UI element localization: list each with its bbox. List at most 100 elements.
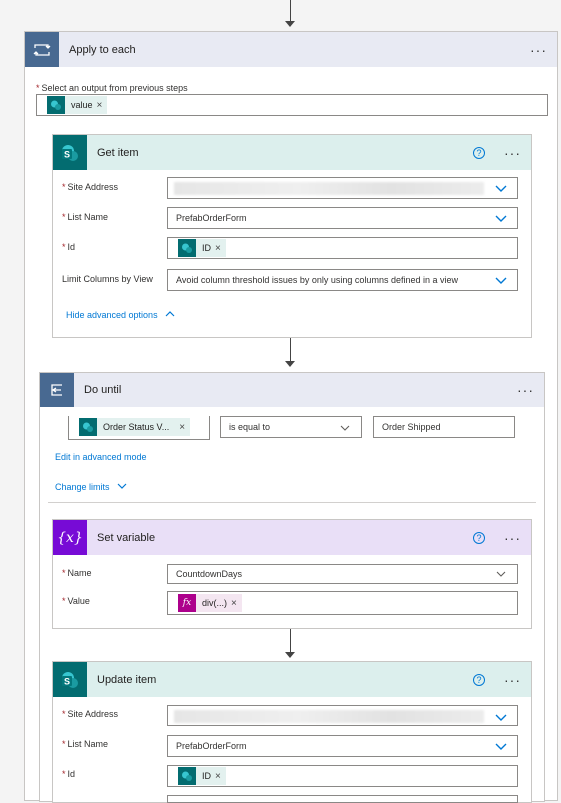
variable-value-label: * Value <box>62 596 90 606</box>
help-icon[interactable]: ? <box>473 146 485 159</box>
update-item-header[interactable]: S Update item ? ··· <box>53 662 531 697</box>
id-label: * Id <box>62 242 76 252</box>
sharepoint-icon <box>178 767 196 785</box>
set-variable-header[interactable]: {x} Set variable ? ··· <box>53 520 531 555</box>
connector-arrow <box>290 338 291 362</box>
variable-value-field[interactable]: fx div(...) × <box>167 591 518 615</box>
select-output-label-text: Select an output from previous steps <box>41 83 188 93</box>
set-variable-menu-button[interactable]: ··· <box>504 530 521 546</box>
remove-token-icon[interactable]: × <box>97 100 108 111</box>
connector-arrow <box>290 629 291 653</box>
next-field-partial[interactable] <box>167 795 518 803</box>
update-item-title: Update item <box>97 673 157 686</box>
chevron-down-icon <box>496 571 506 577</box>
order-status-token-label: Order Status V... <box>103 422 170 432</box>
apply-to-each-header[interactable]: Apply to each ··· <box>25 32 557 67</box>
fx-icon: fx <box>178 594 196 612</box>
site-address-label: * Site Address <box>62 182 119 192</box>
arrow-head-icon <box>285 361 295 367</box>
chevron-down-icon <box>340 425 350 431</box>
order-status-token[interactable]: Order Status V... × <box>79 418 191 436</box>
update-list-name-value: PrefabOrderForm <box>176 741 247 751</box>
sharepoint-icon: S <box>53 662 87 697</box>
compare-value-text: Order Shipped <box>382 422 441 432</box>
get-item-menu-button[interactable]: ··· <box>504 145 521 161</box>
chevron-down-icon <box>495 743 507 750</box>
variable-name-value: CountdownDays <box>176 569 243 579</box>
chevron-down-icon <box>495 277 507 284</box>
update-id-label: * Id <box>62 769 76 779</box>
hide-advanced-options-link[interactable]: Hide advanced options <box>66 310 175 320</box>
operator-value: is equal to <box>229 422 271 432</box>
change-limits-link[interactable]: Change limits <box>55 482 127 492</box>
do-until-header[interactable]: Do until ··· <box>40 373 544 407</box>
compare-value-field[interactable]: Order Shipped <box>373 416 515 438</box>
loop-icon <box>25 32 59 67</box>
arrow-head-icon <box>285 21 295 27</box>
condition-left-field[interactable]: Order Status V... × <box>68 416 210 440</box>
change-limits-text: Change limits <box>55 482 110 492</box>
hide-advanced-options-text: Hide advanced options <box>66 310 158 320</box>
update-site-address-dropdown[interactable] <box>167 705 518 726</box>
remove-token-icon[interactable]: × <box>173 422 190 433</box>
chevron-down-icon <box>495 185 507 192</box>
do-until-menu-button[interactable]: ··· <box>517 382 534 398</box>
variable-name-label: * Name <box>62 568 92 578</box>
do-until-icon <box>40 373 74 407</box>
do-until-title: Do until <box>84 384 122 396</box>
get-item-card: S Get item ? ··· <box>52 134 532 338</box>
list-name-value: PrefabOrderForm <box>176 213 247 223</box>
divider <box>48 502 536 503</box>
sharepoint-icon <box>47 96 65 114</box>
value-token-label: value <box>71 100 93 110</box>
sharepoint-icon <box>79 418 97 436</box>
update-item-menu-button[interactable]: ··· <box>504 672 521 688</box>
svg-text:S: S <box>64 149 70 159</box>
limit-columns-label: Limit Columns by View <box>62 274 153 284</box>
apply-to-each-menu-button[interactable]: ··· <box>530 42 547 58</box>
value-token[interactable]: value × <box>47 96 108 114</box>
update-list-name-label: * List Name <box>62 739 109 749</box>
id-token[interactable]: ID × <box>178 239 226 257</box>
update-id-field[interactable]: ID × <box>167 765 518 787</box>
variable-icon-text: {x} <box>57 529 83 546</box>
apply-to-each-title: Apply to each <box>69 43 136 56</box>
site-address-dropdown[interactable] <box>167 177 518 199</box>
chevron-down-icon <box>495 714 507 721</box>
list-name-dropdown[interactable]: PrefabOrderForm <box>167 207 518 229</box>
set-variable-title: Set variable <box>97 531 156 544</box>
get-item-title: Get item <box>97 146 139 159</box>
update-id-token[interactable]: ID × <box>178 767 226 785</box>
operator-dropdown[interactable]: is equal to <box>220 416 362 438</box>
remove-token-icon[interactable]: × <box>215 771 226 782</box>
remove-token-icon[interactable]: × <box>215 243 226 254</box>
sharepoint-icon <box>178 239 196 257</box>
sharepoint-icon: S <box>53 135 87 170</box>
help-icon[interactable]: ? <box>473 673 485 686</box>
update-list-name-label-text: List Name <box>67 739 109 749</box>
chevron-up-icon <box>165 311 175 317</box>
variable-name-dropdown[interactable]: CountdownDays <box>167 564 518 584</box>
chevron-down-icon <box>117 483 127 489</box>
update-id-label-text: Id <box>67 769 76 779</box>
arrow-head-icon <box>285 652 295 658</box>
update-list-name-dropdown[interactable]: PrefabOrderForm <box>167 735 518 757</box>
fx-icon-text: fx <box>182 598 192 608</box>
update-site-address-label-text: Site Address <box>67 709 119 719</box>
edit-advanced-mode-link[interactable]: Edit in advanced mode <box>55 452 147 462</box>
update-id-token-label: ID <box>202 771 211 781</box>
help-icon[interactable]: ? <box>473 531 485 544</box>
list-name-label-text: List Name <box>67 212 109 222</box>
connector-arrow-top <box>290 0 291 22</box>
remove-token-icon[interactable]: × <box>231 598 242 609</box>
id-token-label: ID <box>202 243 211 253</box>
select-output-field[interactable]: value × <box>36 94 548 116</box>
id-field[interactable]: ID × <box>167 237 518 259</box>
div-expression-token[interactable]: fx div(...) × <box>178 594 242 612</box>
list-name-label: * List Name <box>62 212 109 222</box>
update-site-address-label: * Site Address <box>62 709 119 719</box>
get-item-header[interactable]: S Get item ? ··· <box>53 135 531 170</box>
variable-value-label-text: Value <box>67 596 90 606</box>
svg-text:S: S <box>64 676 70 686</box>
limit-columns-dropdown[interactable]: Avoid column threshold issues by only us… <box>167 269 518 291</box>
